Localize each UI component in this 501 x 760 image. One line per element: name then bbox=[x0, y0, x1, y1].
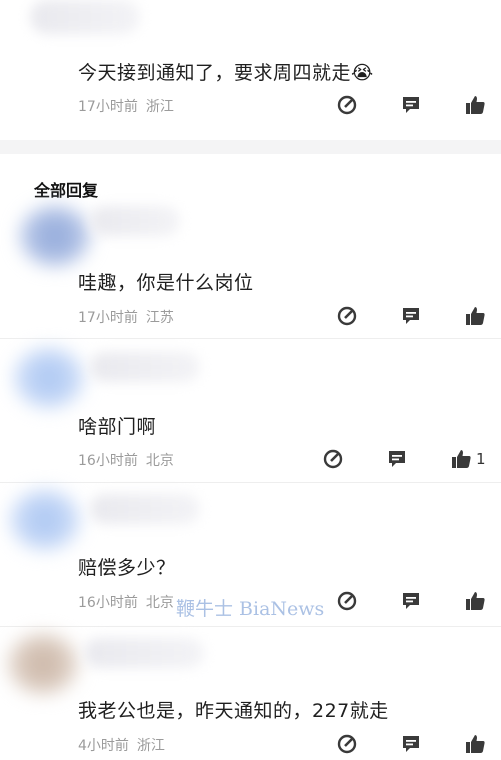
reply-meta: 4小时前 浙江 bbox=[78, 735, 165, 755]
comment-location: 浙江 bbox=[145, 99, 174, 115]
reply-location: 北京 bbox=[145, 453, 174, 469]
username-blurred bbox=[90, 494, 200, 524]
reply-meta: 16小时前 北京 bbox=[78, 450, 174, 470]
reply-text: 啥部门啊 bbox=[78, 416, 157, 438]
edit-icon[interactable] bbox=[336, 733, 358, 755]
comment-icon[interactable] bbox=[400, 305, 422, 327]
reply-time: 17小时前 bbox=[78, 310, 138, 326]
reply-time: 16小时前 bbox=[78, 595, 138, 611]
username-blurred bbox=[90, 206, 180, 236]
avatar bbox=[14, 348, 84, 408]
comment-text: 今天接到通知了，要求周四就走😭 bbox=[78, 62, 374, 84]
reply-text: 哇趣，你是什么岗位 bbox=[78, 272, 254, 294]
crying-emoji-icon: 😭 bbox=[351, 62, 374, 84]
reply-time: 16小时前 bbox=[78, 453, 138, 469]
username-blurred bbox=[30, 0, 140, 34]
comment-meta: 17小时前 浙江 bbox=[78, 96, 174, 116]
reply-text: 我老公也是，昨天通知的，227就走 bbox=[78, 700, 389, 722]
thumbs-up-icon[interactable] bbox=[450, 448, 472, 470]
edit-icon[interactable] bbox=[336, 94, 358, 116]
section-divider bbox=[0, 140, 501, 154]
reply-meta: 16小时前 北京 bbox=[78, 592, 174, 612]
row-divider bbox=[0, 338, 501, 339]
thumbs-up-icon[interactable] bbox=[464, 94, 486, 116]
thumbs-up-icon[interactable] bbox=[464, 305, 486, 327]
avatar bbox=[8, 634, 78, 694]
avatar bbox=[10, 490, 80, 550]
username-blurred bbox=[90, 352, 200, 382]
avatar bbox=[20, 206, 90, 266]
comment-icon[interactable] bbox=[386, 448, 408, 470]
comment-time: 17小时前 bbox=[78, 99, 138, 115]
reply-location: 江苏 bbox=[145, 310, 174, 326]
reply-location: 浙江 bbox=[136, 738, 165, 754]
username-blurred bbox=[84, 638, 204, 668]
comment-icon[interactable] bbox=[400, 590, 422, 612]
reply-meta: 17小时前 江苏 bbox=[78, 307, 174, 327]
row-divider bbox=[0, 626, 501, 627]
row-divider bbox=[0, 482, 501, 483]
thumbs-up-icon[interactable] bbox=[464, 590, 486, 612]
edit-icon[interactable] bbox=[322, 448, 344, 470]
edit-icon[interactable] bbox=[336, 305, 358, 327]
edit-icon[interactable] bbox=[336, 590, 358, 612]
reply-time: 4小时前 bbox=[78, 738, 129, 754]
comment-icon[interactable] bbox=[400, 733, 422, 755]
section-title: 全部回复 bbox=[34, 181, 99, 200]
watermark: 鞭牛士 BiaNews bbox=[176, 598, 325, 620]
like-count: 1 bbox=[476, 450, 486, 468]
thumbs-up-icon[interactable] bbox=[464, 733, 486, 755]
reply-location: 北京 bbox=[145, 595, 174, 611]
reply-text: 赔偿多少？ bbox=[78, 557, 176, 579]
comment-icon[interactable] bbox=[400, 94, 422, 116]
